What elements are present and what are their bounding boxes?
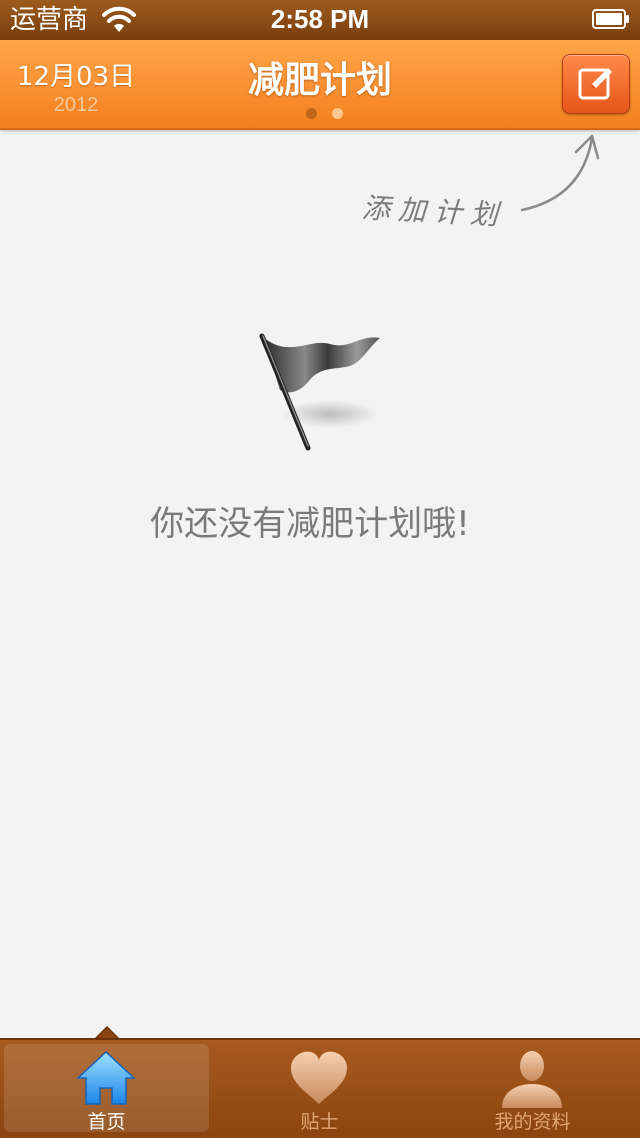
person-icon [502, 1051, 562, 1108]
page-dot-1[interactable] [306, 108, 317, 119]
compose-icon [578, 68, 612, 100]
tab-home-label: 首页 [87, 1111, 126, 1133]
tab-tips-label: 贴士 [300, 1111, 339, 1133]
page-title: 减肥计划 [247, 60, 392, 101]
heart-icon [291, 1051, 347, 1104]
status-bar: 运营商 2:58 PM [0, 0, 640, 40]
battery-icon [592, 9, 629, 29]
empty-state-message: 你还没有减肥计划哦! [150, 504, 470, 544]
add-plan-button[interactable] [562, 54, 630, 114]
home-icon [76, 1050, 136, 1105]
page-dot-2[interactable] [332, 108, 343, 119]
tab-home[interactable]: 首页 [0, 1040, 213, 1138]
tab-profile[interactable]: 我的资料 [426, 1040, 639, 1138]
nav-bar: 12月03日 2012 减肥计划 [0, 40, 640, 130]
tab-tips[interactable]: 贴士 [213, 1040, 426, 1138]
status-time: 2:58 PM [270, 4, 370, 34]
add-plan-hint: 添加计划 [361, 191, 507, 232]
tab-bar: 首页 贴士 我的资料 [0, 1038, 640, 1138]
flag-icon [259, 333, 380, 451]
tab-profile-label: 我的资料 [494, 1111, 571, 1133]
